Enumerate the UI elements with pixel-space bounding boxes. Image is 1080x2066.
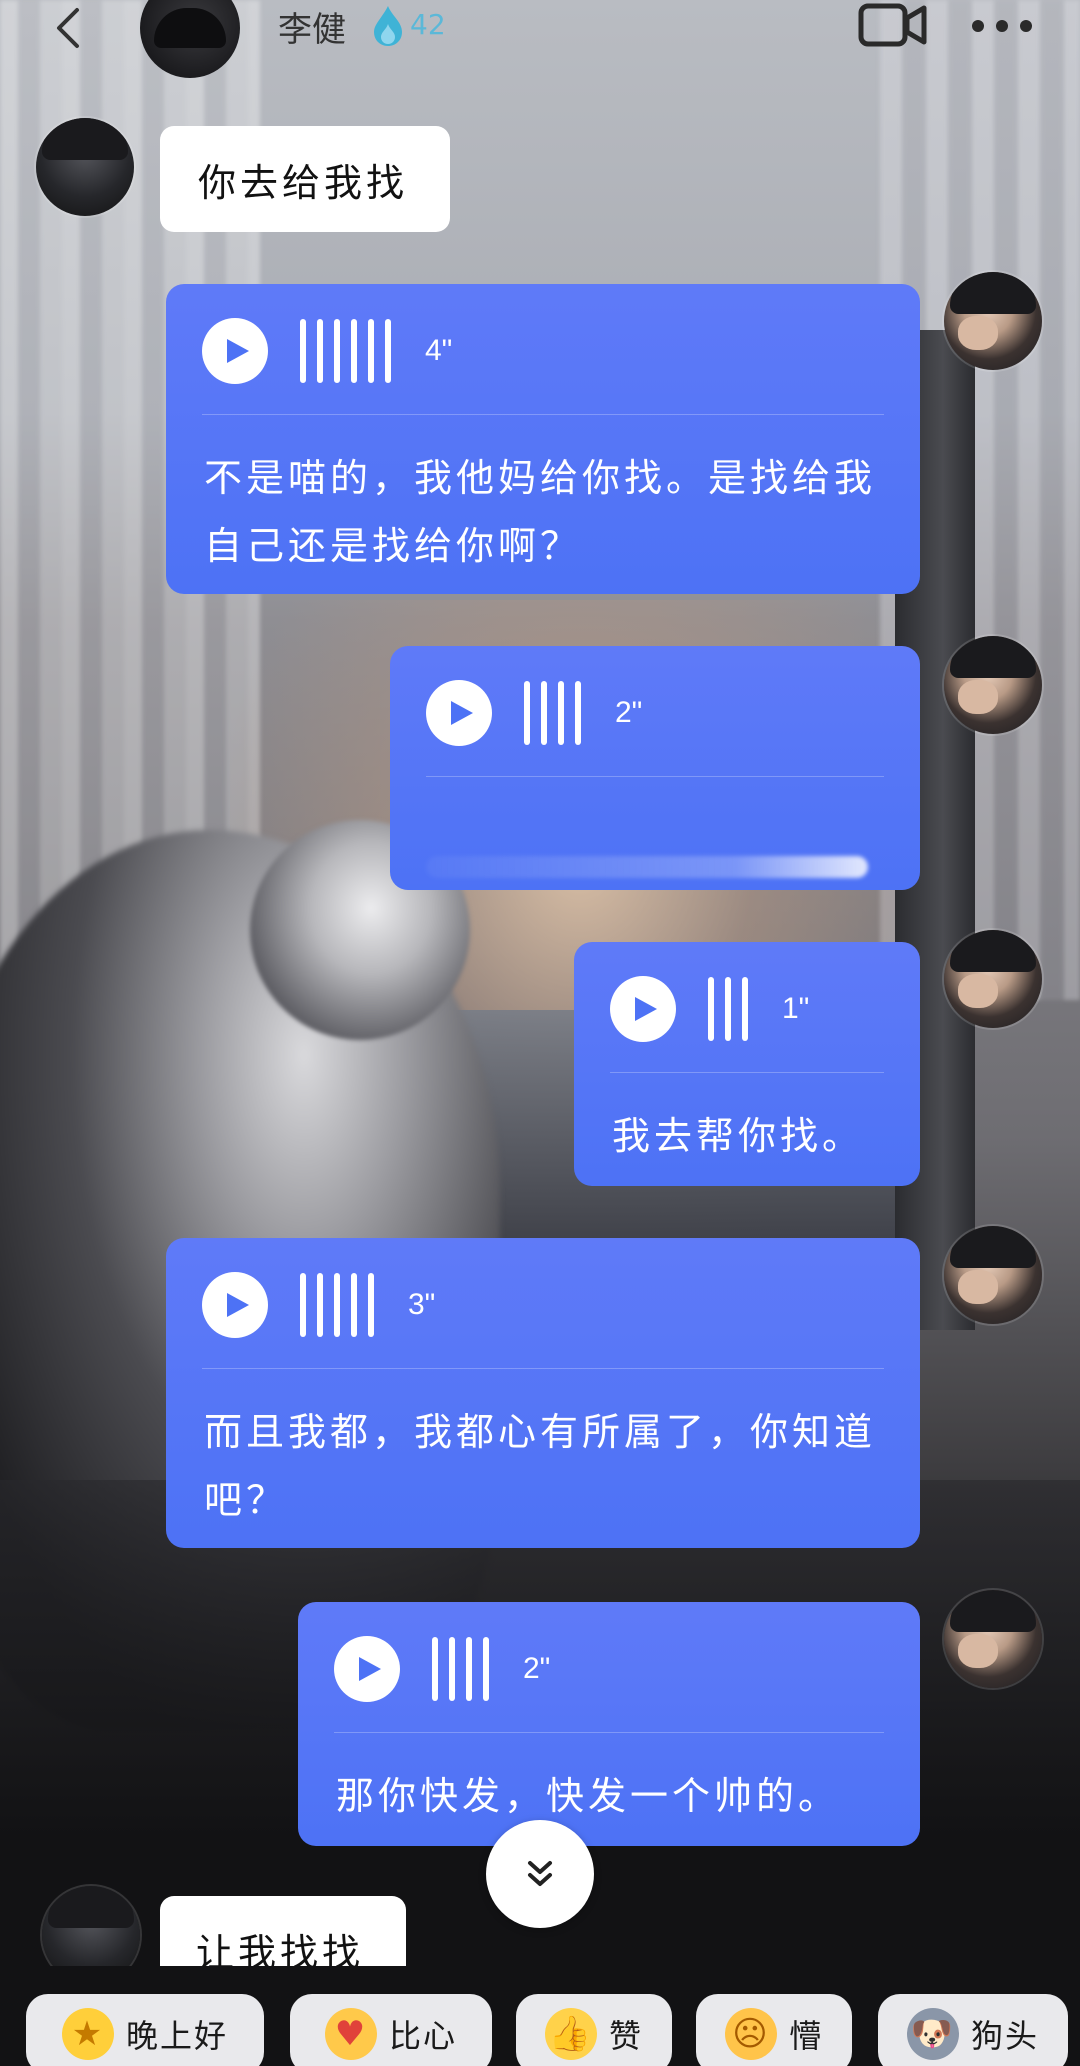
sender-avatar[interactable] [36,118,134,216]
video-call-button[interactable] [858,0,928,52]
quick-reply-label: 晚上好 [125,2017,228,2055]
play-icon [226,339,249,363]
message-text: 让我找找 [196,1930,365,1967]
quick-reply-bar: ★ 晚上好 ♥ 比心 👍 赞 ☹ 懵 🐶 狗头 [0,1966,1080,2066]
divider [202,414,884,415]
chevron-left-icon [57,8,79,48]
my-avatar[interactable] [944,636,1042,734]
voice-message-bubble[interactable]: 2" [390,646,920,890]
star-face-icon: ★ [61,2008,114,2060]
heart-hand-icon: ♥ [324,2008,377,2060]
quick-reply-chip[interactable]: 🐶 狗头 [878,1994,1068,2066]
divider [426,776,884,777]
quick-reply-label: 懵 [788,2017,823,2055]
voice-duration: 3" [408,1288,436,1321]
message-bubble-text[interactable]: 让我找找 [160,1896,406,1966]
voice-duration: 1" [782,992,810,1025]
transcribing-progress-bar [426,856,868,878]
scroll-to-bottom-button[interactable] [486,1820,594,1928]
quick-reply-chip[interactable]: ☹ 懵 [696,1994,852,2066]
divider [610,1072,884,1073]
contact-avatar[interactable] [140,0,240,78]
more-dot-icon [972,20,984,32]
back-button[interactable] [44,4,92,52]
my-avatar[interactable] [944,1590,1042,1688]
dazed-face-icon: ☹ [724,2008,777,2060]
voice-message-bubble[interactable]: 4" 不是喵的，我他妈给你找。是找给我自己还是找给你啊？ [166,284,920,594]
chat-header: 李健 42 [0,0,1080,80]
divider [202,1368,884,1369]
doge-icon: 🐶 [906,2008,959,2060]
video-camera-icon [858,3,927,47]
more-dot-icon [996,20,1008,32]
quick-reply-chip[interactable]: ♥ 比心 [290,1994,492,2066]
message-text: 你去给我找 [198,160,409,205]
more-options-button[interactable] [972,0,1032,52]
quick-reply-chip[interactable]: 👍 赞 [516,1994,672,2066]
waveform-icon [524,680,581,746]
waveform-icon [432,1636,489,1702]
voice-duration: 2" [615,696,643,729]
divider [334,1732,884,1733]
streak-flame-icon [374,6,402,46]
my-avatar[interactable] [944,272,1042,370]
play-button[interactable] [202,1272,268,1338]
quick-reply-label: 比心 [388,2017,457,2055]
contact-name[interactable]: 李健 [278,2,346,51]
quick-reply-label: 狗头 [970,2017,1039,2055]
my-avatar[interactable] [944,1226,1042,1324]
voice-transcript: 而且我都，我都心有所属了，你知道吧？ [204,1410,877,1522]
play-button[interactable] [426,680,492,746]
message-bubble-text[interactable]: 你去给我找 [160,126,450,232]
play-button[interactable] [202,318,268,384]
play-button[interactable] [334,1636,400,1702]
streak-count: 42 [410,8,446,41]
waveform-icon [708,976,748,1042]
voice-transcript: 不是喵的，我他妈给你找。是找给我自己还是找给你啊？ [204,456,877,568]
more-dot-icon [1020,20,1032,32]
voice-duration: 2" [523,1652,551,1685]
play-icon [358,1657,381,1681]
voice-transcript: 那你快发，快发一个帅的。 [336,1774,841,1818]
waveform-icon [300,318,391,384]
voice-transcript: 我去帮你找。 [612,1114,865,1158]
double-chevron-down-icon [528,1861,552,1886]
my-avatar[interactable] [944,930,1042,1028]
quick-reply-chip[interactable]: ★ 晚上好 [26,1994,264,2066]
quick-reply-label: 赞 [608,2017,643,2055]
voice-message-bubble[interactable]: 2" 那你快发，快发一个帅的。 [298,1602,920,1846]
voice-message-bubble[interactable]: 3" 而且我都，我都心有所属了，你知道吧？ [166,1238,920,1548]
waveform-icon [300,1272,374,1338]
thumbs-up-icon: 👍 [544,2008,597,2060]
play-button[interactable] [610,976,676,1042]
play-icon [634,997,657,1021]
sender-avatar[interactable] [42,1886,140,1966]
play-icon [450,701,473,725]
play-icon [226,1293,249,1317]
voice-message-bubble[interactable]: 1" 我去帮你找。 [574,942,920,1186]
voice-duration: 4" [425,334,453,367]
